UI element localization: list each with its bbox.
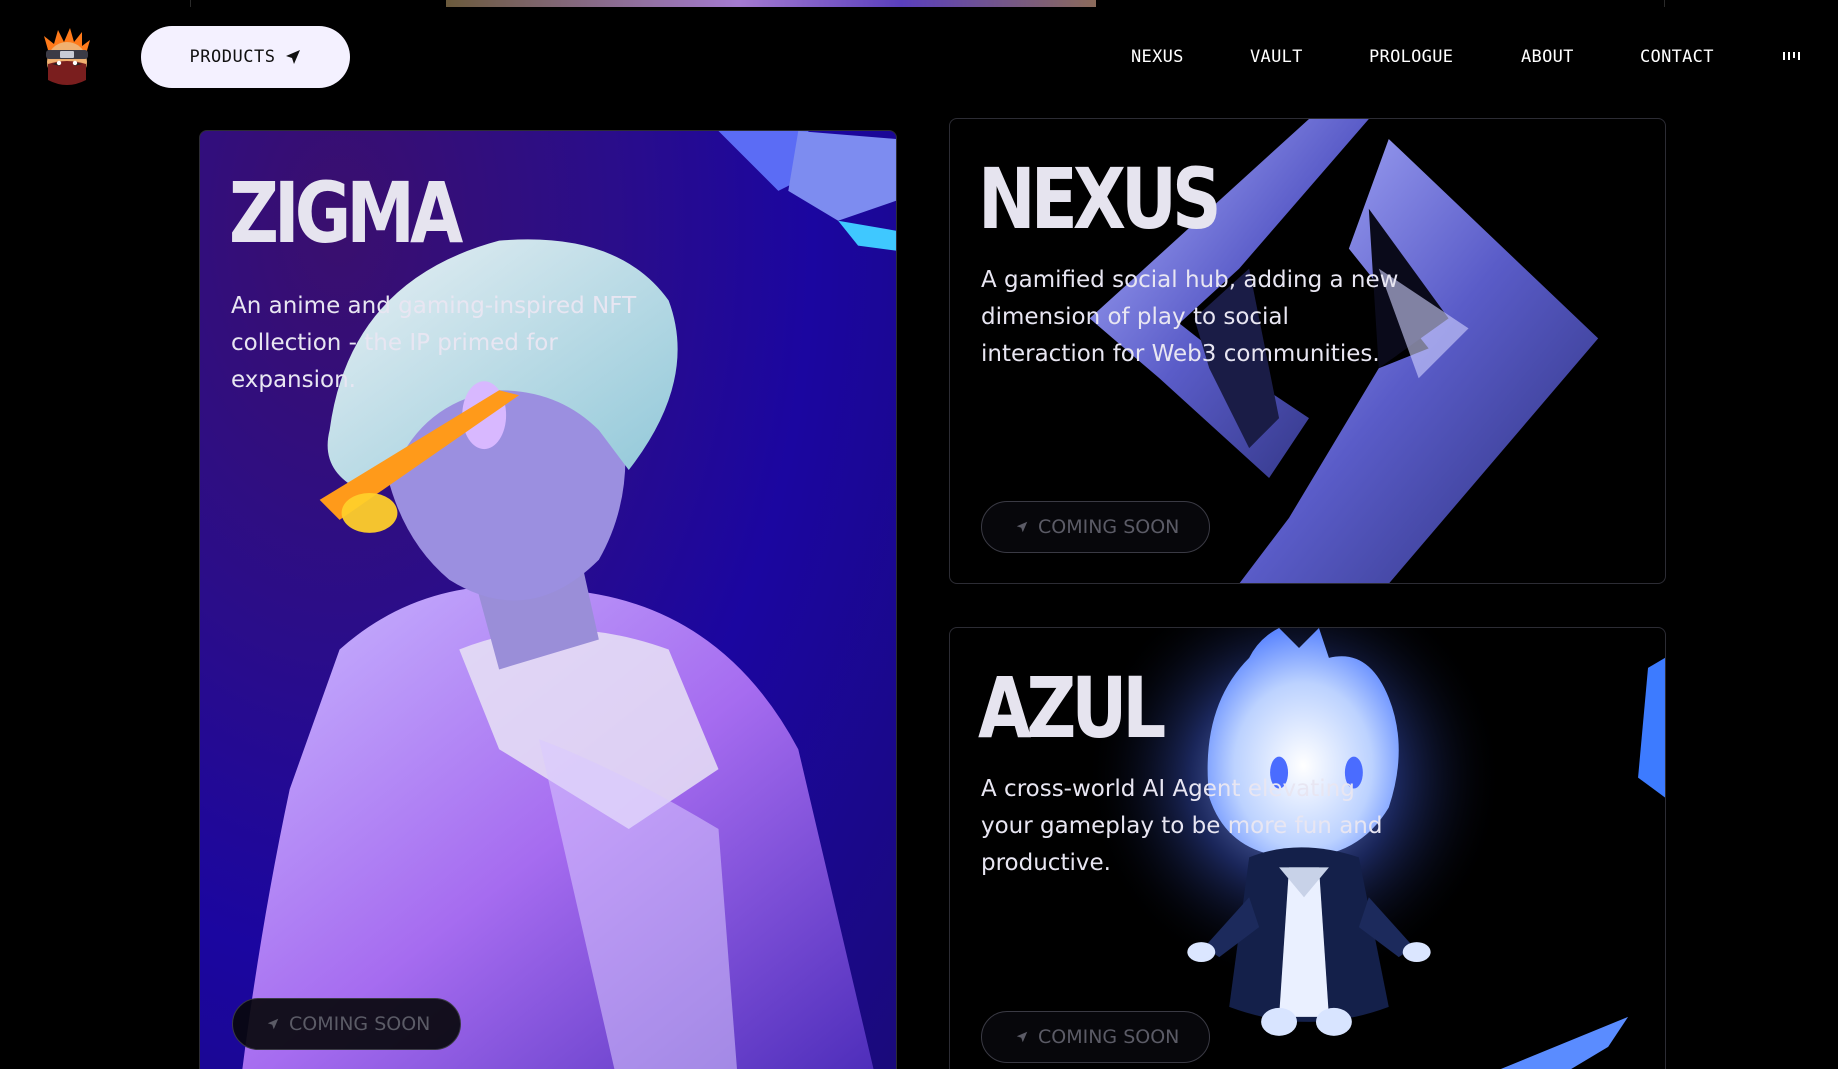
product-card-nexus[interactable]: NEXUS A gamified social hub, adding a ne… — [949, 118, 1666, 584]
nav-vault[interactable]: VAULT — [1250, 47, 1303, 67]
azul-desc-line: A cross-world AI Agent elevating — [981, 776, 1355, 802]
azul-button-label: COMING SOON — [1038, 1026, 1180, 1048]
product-card-zigma[interactable]: ZIGMA An anime and gaming-inspired NFT c… — [199, 130, 897, 1069]
zigma-button-label: COMING SOON — [289, 1013, 431, 1035]
zigma-desc-line: An anime and gaming-inspired NFT — [231, 293, 637, 319]
nexus-description: A gamified social hub, adding a new dime… — [981, 262, 1398, 373]
nav-contact[interactable]: CONTACT — [1640, 47, 1714, 67]
nav-about[interactable]: ABOUT — [1521, 47, 1574, 67]
zigma-desc-line: collection - the IP primed for — [231, 330, 558, 356]
nexus-coming-soon-button[interactable]: COMING SOON — [981, 501, 1211, 553]
send-arrow-icon — [267, 1018, 279, 1030]
send-arrow-icon — [1016, 1031, 1028, 1043]
zigma-desc-line: expansion. — [231, 367, 356, 393]
zigma-description: An anime and gaming-inspired NFT collect… — [231, 288, 636, 399]
sound-toggle-icon[interactable] — [1783, 52, 1803, 64]
zigma-title: ZIGMA — [229, 164, 463, 262]
nexus-desc-line: A gamified social hub, adding a new — [981, 267, 1399, 293]
azul-title: AZUL — [978, 659, 1166, 757]
send-arrow-icon — [1016, 521, 1028, 533]
azul-desc-line: your gameplay to be more fun and — [981, 813, 1383, 839]
nav-nexus[interactable]: NEXUS — [1131, 47, 1184, 67]
nexus-button-label: COMING SOON — [1038, 516, 1180, 538]
nexus-desc-line: interaction for Web3 communities. — [981, 341, 1380, 367]
zigma-character-art — [242, 131, 896, 1069]
azul-desc-line: productive. — [981, 850, 1111, 876]
zigma-coming-soon-button[interactable]: COMING SOON — [232, 998, 462, 1050]
nexus-title: NEXUS — [978, 150, 1222, 248]
nav-prologue[interactable]: PROLOGUE — [1369, 47, 1453, 67]
main-nav: NEXUS VAULT PROLOGUE ABOUT CONTACT — [0, 47, 1838, 71]
azul-description: A cross-world AI Agent elevating your ga… — [981, 771, 1382, 882]
site-header: PRODUCTS NEXUS VAULT PROLOGUE ABOUT CONT… — [0, 0, 1838, 110]
nexus-desc-line: dimension of play to social — [981, 304, 1289, 330]
product-card-azul[interactable]: AZUL A cross-world AI Agent elevating yo… — [949, 627, 1666, 1069]
azul-coming-soon-button[interactable]: COMING SOON — [981, 1011, 1211, 1063]
